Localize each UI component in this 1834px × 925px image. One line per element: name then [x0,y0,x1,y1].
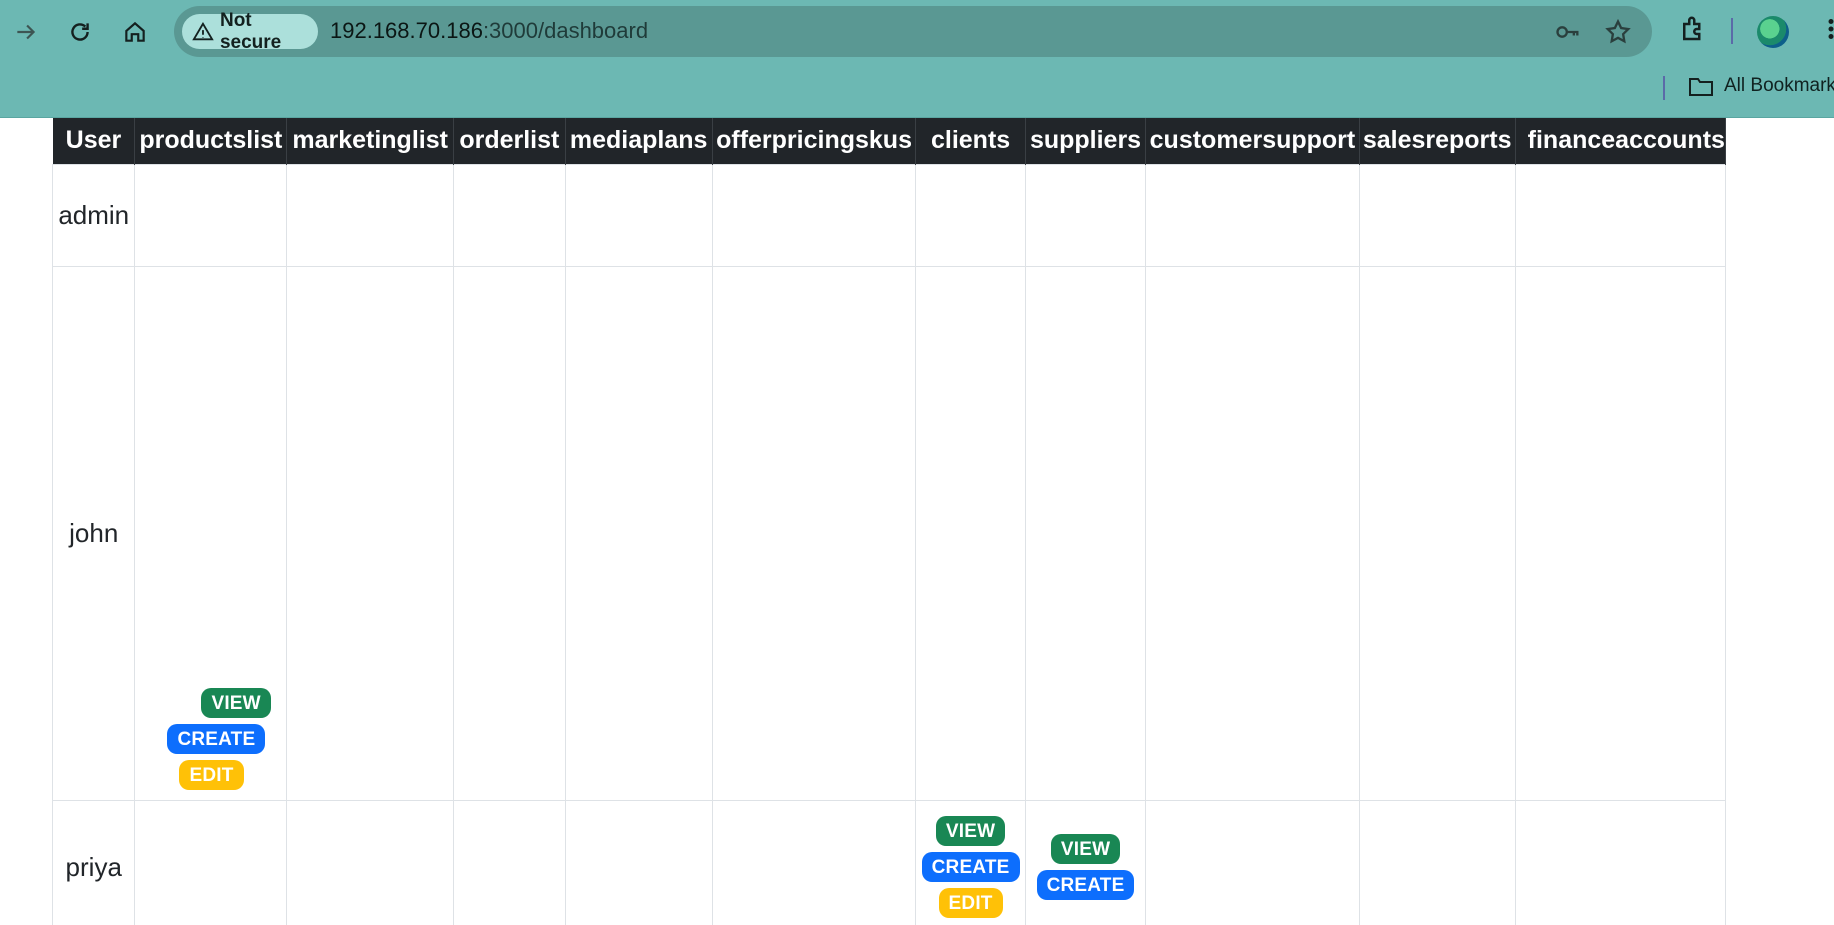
home-button[interactable] [115,12,155,52]
permission-cell [1514,799,1726,925]
permission-cell [453,799,566,925]
permission-cell [286,799,455,925]
header-offerpricingskus: offerpricingskus [712,118,917,164]
extensions-icon[interactable] [1678,14,1710,46]
permission-cell [711,163,917,267]
address-bar[interactable]: Not secure 192.168.70.186:3000/dashboard [174,6,1652,57]
header-orderlist: orderlist [453,118,566,164]
user-cell-john: john [52,265,136,801]
permission-cell [134,163,288,267]
permission-cell [1145,799,1360,925]
permission-cell [1145,163,1360,267]
url-host: 192.168.70.186 [330,18,483,43]
star-icon[interactable] [1604,18,1632,46]
create-badge[interactable]: CREATE [167,723,266,754]
create-badge[interactable]: CREATE [921,852,1020,882]
header-clients: clients [915,118,1026,164]
permission-cell [453,163,566,267]
permission-cell [711,265,917,801]
table-row: admin [52,163,1726,267]
reload-icon [71,23,89,41]
table-header-row: User productslist marketinglist orderlis… [52,118,1726,164]
permission-cell [564,265,713,801]
header-user: User [52,118,136,164]
permission-cell [1514,265,1726,801]
table-row: john VIEW CREATE EDIT [52,265,1726,801]
permission-cell [453,265,566,801]
badge-group: VIEW CREATE EDIT [916,816,1025,918]
permission-cell [1358,265,1516,801]
permission-cell [711,799,917,925]
badge-group: VIEW CREATE EDIT [135,687,286,790]
permission-cell [915,265,1026,801]
permission-cell [1514,163,1726,267]
permission-cell [286,265,455,801]
view-badge[interactable]: VIEW [1050,834,1121,864]
create-badge[interactable]: CREATE [1036,870,1135,900]
permission-cell-john-productslist: VIEW CREATE EDIT [134,265,288,801]
warning-icon [192,21,214,40]
security-label: Not secure [219,9,282,53]
bookmarks-divider [1663,76,1665,100]
forward-icon [17,24,36,40]
permission-cell [286,163,455,267]
url-text[interactable]: 192.168.70.186:3000/dashboard [330,18,648,44]
security-chip[interactable]: Not secure [182,10,318,53]
permission-cell-priya-suppliers: VIEW CREATE [1024,799,1147,925]
view-badge[interactable]: VIEW [935,816,1006,846]
browser-toolbar: Not secure 192.168.70.186:3000/dashboard… [0,0,1834,118]
permission-cell [1024,163,1147,267]
user-cell-admin: admin [52,163,136,267]
permission-cell [1024,265,1147,801]
all-bookmarks-button[interactable]: All Bookmarks [1688,74,1834,98]
header-suppliers: suppliers [1025,118,1147,164]
permissions-table-container[interactable]: User productslist marketinglist orderlis… [52,118,1726,925]
user-cell-priya: priya [52,799,136,925]
permission-cell [1145,265,1360,801]
header-productslist: productslist [134,118,288,164]
permission-cell [1358,799,1516,925]
permission-cell [915,163,1026,267]
home-icon [125,21,145,42]
permission-cell [1358,163,1516,267]
header-mediaplans: mediaplans [565,118,713,164]
table-row: priya VIEW CREATE EDIT VIEW CREATE [52,799,1726,925]
header-salesreports: salesreports [1359,118,1516,164]
permission-cell [564,799,713,925]
edit-badge[interactable]: EDIT [179,759,244,790]
folder-icon [1689,78,1713,96]
badge-group: VIEW CREATE [1026,834,1145,900]
permission-cell [134,799,288,925]
header-customersupport: customersupport [1145,118,1360,164]
toolbar-divider [1731,18,1733,44]
forward-button[interactable] [6,12,46,52]
edit-badge[interactable]: EDIT [938,888,1003,918]
permissions-table: User productslist marketinglist orderlis… [52,118,1726,925]
profile-avatar[interactable] [1757,16,1789,48]
header-marketinglist: marketinglist [286,118,455,164]
permission-cell [564,163,713,267]
bookmarks-label: All Bookmarks [1724,75,1834,96]
view-badge[interactable]: VIEW [201,687,271,718]
header-financeaccounts: financeaccounts [1515,118,1726,164]
menu-icon[interactable] [1816,14,1834,46]
permission-cell-priya-clients: VIEW CREATE EDIT [915,799,1026,925]
url-path: :3000/dashboard [482,18,649,43]
key-icon[interactable] [1554,18,1582,46]
reload-button[interactable] [60,12,100,52]
